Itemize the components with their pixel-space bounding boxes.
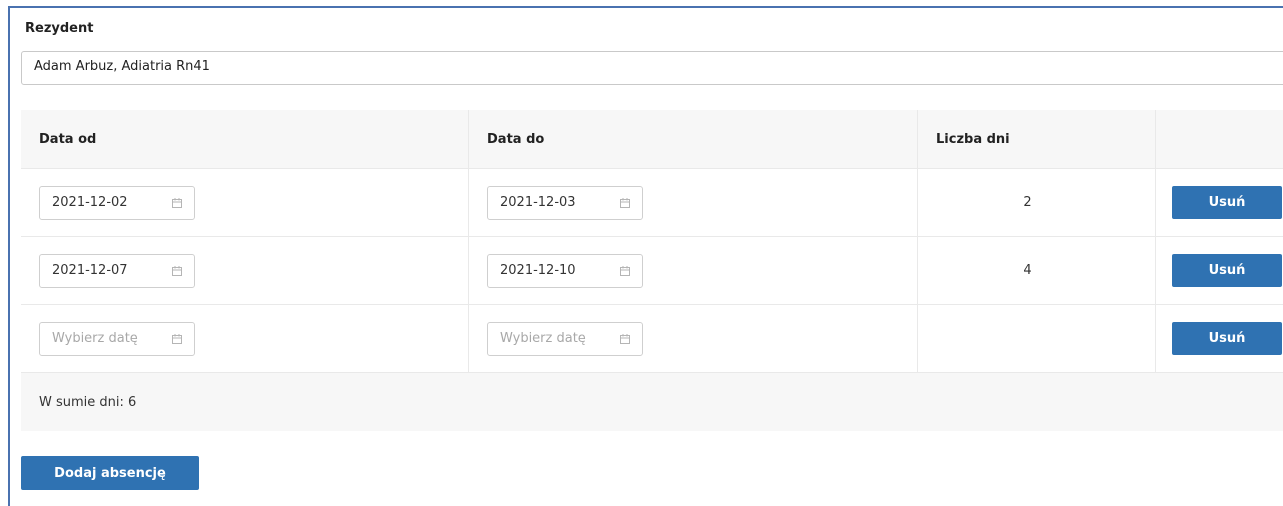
date-from-placeholder: Wybierz datę (52, 331, 138, 346)
remove-button[interactable]: Usuń (1172, 254, 1282, 287)
date-from-value: 2021-12-02 (52, 195, 128, 210)
date-to-cell: 2021-12-03 (469, 169, 918, 236)
date-from-input[interactable]: 2021-12-07 (39, 253, 195, 288)
date-to-cell: 2021-12-10 (469, 237, 918, 304)
date-to-input[interactable]: 2021-12-10 (487, 253, 643, 288)
date-to-value: 2021-12-03 (500, 195, 576, 210)
remove-button[interactable]: Usuń (1172, 322, 1282, 355)
header-date-from: Data od (21, 110, 469, 168)
date-to-input[interactable]: Wybierz datę (487, 321, 643, 356)
calendar-icon (620, 197, 630, 208)
actions-cell: Usuń (1156, 237, 1283, 304)
add-absence-button[interactable]: Dodaj absencję (21, 456, 199, 490)
date-to-input[interactable]: 2021-12-03 (487, 185, 643, 220)
header-date-to: Data do (469, 110, 918, 168)
date-from-input[interactable]: 2021-12-02 (39, 185, 195, 220)
date-from-value: 2021-12-07 (52, 263, 128, 278)
date-from-cell: 2021-12-07 (21, 237, 469, 304)
calendar-icon (172, 333, 182, 344)
days-value: 2 (1023, 195, 1032, 210)
actions-cell: Usuń (1156, 305, 1283, 372)
date-from-cell: 2021-12-02 (21, 169, 469, 236)
resident-label: Rezydent (25, 21, 94, 36)
days-cell: 4 (918, 237, 1156, 304)
table-row: 2021-12-07 2021-12-10 4 Usuń (21, 237, 1283, 305)
date-from-cell: Wybierz datę (21, 305, 469, 372)
date-to-placeholder: Wybierz datę (500, 331, 586, 346)
resident-field[interactable]: Adam Arbuz, Adiatria Rn41 (21, 51, 1283, 85)
actions-cell: Usuń (1156, 169, 1283, 236)
days-cell: 2 (918, 169, 1156, 236)
remove-button[interactable]: Usuń (1172, 186, 1282, 219)
header-days: Liczba dni (918, 110, 1156, 168)
date-to-value: 2021-12-10 (500, 263, 576, 278)
days-value: 4 (1023, 263, 1032, 278)
table-header-row: Data od Data do Liczba dni (21, 110, 1283, 169)
table-row: 2021-12-02 2021-12-03 2 Usuń (21, 169, 1283, 237)
absence-table: Data od Data do Liczba dni 2021-12-02 20… (21, 110, 1283, 431)
calendar-icon (620, 333, 630, 344)
date-from-input[interactable]: Wybierz datę (39, 321, 195, 356)
calendar-icon (620, 265, 630, 276)
total-days-text: W sumie dni: 6 (39, 394, 137, 410)
days-cell (918, 305, 1156, 372)
header-actions (1156, 110, 1283, 168)
total-row: W sumie dni: 6 (21, 373, 1283, 431)
calendar-icon (172, 265, 182, 276)
table-row: Wybierz datę Wybierz datę Usuń (21, 305, 1283, 373)
date-to-cell: Wybierz datę (469, 305, 918, 372)
calendar-icon (172, 197, 182, 208)
